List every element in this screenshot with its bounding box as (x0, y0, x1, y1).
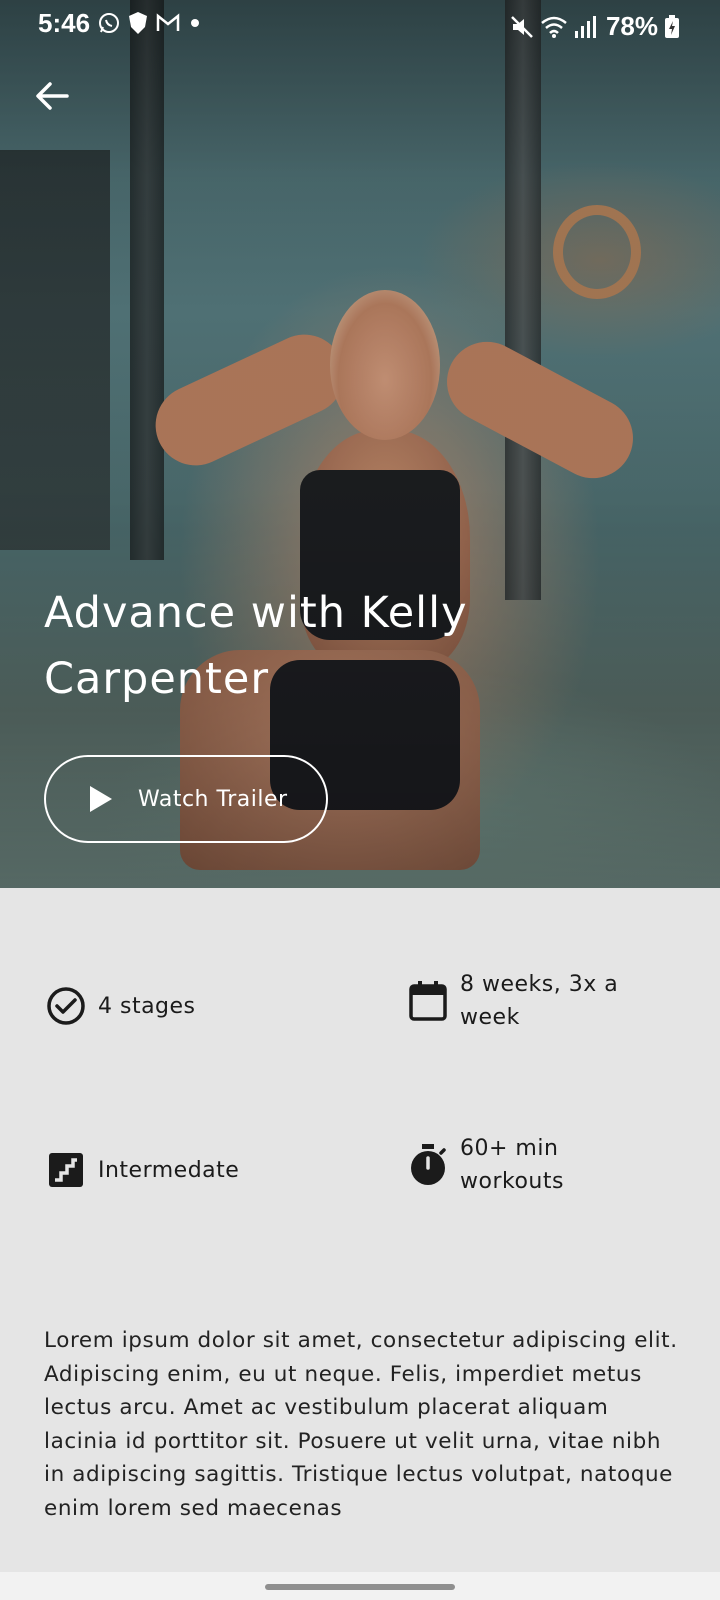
home-indicator[interactable] (265, 1584, 455, 1590)
shield-icon (129, 12, 147, 34)
detail-stages: 4 stages (44, 984, 298, 1028)
detail-duration: 8 weeks, 3x a week (406, 968, 660, 1034)
program-title: Advance with Kelly Carpenter (44, 588, 468, 704)
watch-trailer-button[interactable]: Watch Trailer (44, 755, 328, 843)
detail-text: 8 weeks, 3x a week (460, 972, 619, 1030)
status-time: 5:46 (38, 8, 91, 38)
wifi-icon (541, 16, 567, 38)
whatsapp-icon (99, 13, 119, 33)
stopwatch-icon (406, 1143, 450, 1187)
status-bar: 5:46 78% (0, 0, 720, 46)
play-icon (90, 786, 112, 812)
battery-charging-icon (665, 14, 679, 38)
watch-trailer-label: Watch Trailer (138, 786, 288, 812)
signal-icon (574, 15, 596, 38)
back-button[interactable] (32, 76, 72, 116)
detail-level: Intermedate (44, 1148, 298, 1192)
calendar-icon (406, 979, 450, 1023)
detail-workout-length: 60+ min workouts (406, 1132, 660, 1198)
dot-icon (191, 19, 199, 27)
stairs-icon (44, 1148, 88, 1192)
mute-icon (511, 15, 533, 38)
program-detail-screen: 5:46 78% Advance with Kelly Carpenter Wa… (0, 0, 720, 1600)
detail-text: Intermedate (98, 1157, 240, 1183)
back-arrow-icon (36, 82, 69, 110)
detail-text: 4 stages (98, 993, 196, 1019)
battery-percent: 78% (605, 11, 658, 41)
detail-text: 60+ min workouts (460, 1136, 564, 1194)
gmail-icon (156, 13, 180, 31)
check-circle-icon (44, 984, 88, 1028)
program-description: Lorem ipsum dolor sit amet, consectetur … (44, 1328, 678, 1521)
